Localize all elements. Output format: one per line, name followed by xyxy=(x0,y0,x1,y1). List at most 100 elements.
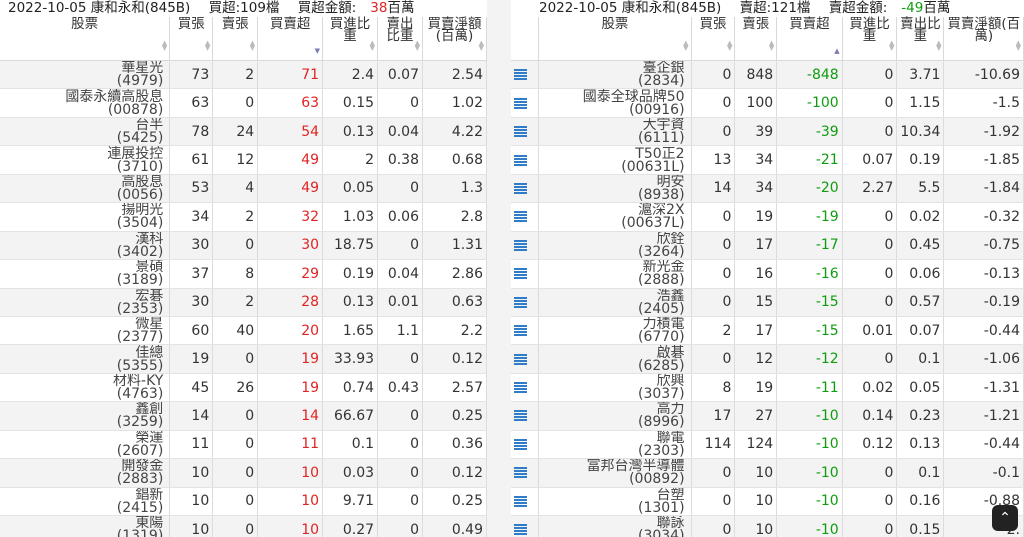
stock-cell[interactable]: 高股息 (0056) xyxy=(0,174,171,204)
table-row[interactable]: T50正2 (00631L) 13 34 -21 0.07 0.19 -1.85 xyxy=(511,145,1024,175)
stock-cell[interactable]: 明安 (8938) xyxy=(538,174,692,204)
sort-icon[interactable]: ▲ ▼ xyxy=(936,40,941,52)
table-row[interactable]: 揚明光 (3504) 34 2 32 1.03 0.06 2.8 xyxy=(0,202,487,232)
row-menu-cell[interactable] xyxy=(511,430,540,460)
row-menu-cell[interactable] xyxy=(511,487,540,517)
header-buy-ratio[interactable]: 買進比重 ▲ ▼ xyxy=(842,17,898,61)
stock-cell[interactable]: 國泰全球品牌50 (00916) xyxy=(538,88,692,118)
sort-icon[interactable]: ▲ ▼ xyxy=(479,40,484,52)
stock-cell[interactable]: 鑫創 (3259) xyxy=(0,401,171,431)
list-icon[interactable] xyxy=(514,467,527,479)
header-buy-ratio[interactable]: 買進比重 ▲ ▼ xyxy=(322,17,379,61)
row-menu-cell[interactable] xyxy=(511,316,540,346)
stock-cell[interactable]: 開發金 (2883) xyxy=(0,458,171,488)
stock-name[interactable]: T50正2 xyxy=(542,147,684,161)
header-net-lots[interactable]: 買賣超 ▲ xyxy=(776,17,843,61)
table-row[interactable]: 東陽 (1319) 10 0 10 0.27 0 0.49 xyxy=(0,515,487,537)
table-row[interactable]: 國泰永續高股息 (00878) 63 0 63 0.15 0 1.02 xyxy=(0,88,487,118)
sort-icon[interactable]: ▲ ▼ xyxy=(415,40,420,52)
table-row[interactable]: 連展投控 (3710) 61 12 49 2 0.38 0.68 xyxy=(0,145,487,175)
table-row[interactable]: 台塑 (1301) 0 10 -10 0 0.16 -0.88 xyxy=(511,487,1024,517)
row-menu-cell[interactable] xyxy=(511,259,540,289)
header-sell-lots[interactable]: 賣張 ▲ ▼ xyxy=(734,17,778,61)
table-row[interactable]: 浩鑫 (2405) 0 15 -15 0 0.57 -0.19 xyxy=(511,288,1024,317)
stock-name[interactable]: 國泰全球品牌50 xyxy=(542,90,685,104)
table-row[interactable]: 台半 (5425) 78 24 54 0.13 0.04 4.22 xyxy=(0,117,487,147)
header-stock[interactable]: 股票 ▲ ▼ xyxy=(538,17,692,61)
stock-name[interactable]: 浩鑫 xyxy=(542,289,685,303)
header-net-amount[interactable]: 買賣淨額(百萬) ▲ ▼ xyxy=(422,17,487,61)
table-row[interactable]: 聯詠(3034)010-1000.15-2. xyxy=(511,515,1024,537)
header-buy-lots[interactable]: 買張 ▲ ▼ xyxy=(691,17,736,61)
stock-cell[interactable]: 欣銓 (3264) xyxy=(538,231,692,261)
list-icon[interactable] xyxy=(514,353,527,365)
stock-cell[interactable]: 榮運 (2607) xyxy=(0,430,171,460)
table-row[interactable]: 高力 (8996) 17 27 -10 0.14 0.23 -1.21 xyxy=(511,401,1024,431)
table-row[interactable]: 力積電 (6770) 2 17 -15 0.01 0.07 -0.44 xyxy=(511,316,1024,346)
header-buy-lots[interactable]: 買張 ▲ ▼ xyxy=(169,17,214,61)
list-icon[interactable] xyxy=(514,382,527,394)
row-menu-cell[interactable] xyxy=(511,515,540,537)
row-menu-cell[interactable] xyxy=(511,117,540,147)
stock-cell[interactable]: 浩鑫 (2405) xyxy=(538,288,692,317)
row-menu-cell[interactable] xyxy=(511,88,540,118)
row-menu-cell[interactable] xyxy=(511,401,540,431)
stock-cell[interactable]: 華星光 (4979) xyxy=(0,60,171,90)
sort-icon[interactable]: ▲ ▼ xyxy=(1016,40,1021,52)
table-row[interactable]: 錩新 (2415) 10 0 10 9.71 0 0.25 xyxy=(0,487,487,517)
stock-cell[interactable]: 揚明光 (3504) xyxy=(0,202,171,232)
table-row[interactable]: 富邦台灣半導體 (00892) 0 10 -10 0 0.1 -0.1 xyxy=(511,458,1024,488)
stock-cell[interactable]: 大宇資 (6111) xyxy=(538,117,692,147)
table-row[interactable]: 滬深2X (00637L) 0 19 -19 0 0.02 -0.32 xyxy=(511,202,1024,232)
list-icon[interactable] xyxy=(514,438,527,450)
stock-cell[interactable]: 欣興 (3037) xyxy=(538,373,692,403)
sort-icon[interactable]: ▲ ▼ xyxy=(162,40,167,52)
table-row[interactable]: 微星 (2377) 60 40 20 1.65 1.1 2.2 xyxy=(0,316,487,346)
stock-cell[interactable]: 微星 (2377) xyxy=(0,316,171,346)
table-row[interactable]: 高股息 (0056) 53 4 49 0.05 0 1.3 xyxy=(0,174,487,204)
header-sell-ratio[interactable]: 賣出比重 ▲ ▼ xyxy=(896,17,945,61)
table-row[interactable]: 國泰全球品牌50 (00916) 0 100 -100 0 1.15 -1.5 xyxy=(511,88,1024,118)
stock-cell[interactable]: 景碩 (3189) xyxy=(0,259,171,289)
table-row[interactable]: 明安 (8938) 14 34 -20 2.27 5.5 -1.84 xyxy=(511,174,1024,204)
list-icon[interactable] xyxy=(514,296,527,308)
header-net-amount[interactable]: 買賣淨額(百萬) ▲ ▼ xyxy=(943,17,1024,61)
table-row[interactable]: 佳總 (5355) 19 0 19 33.93 0 0.12 xyxy=(0,344,487,374)
stock-name[interactable]: 台塑 xyxy=(542,488,685,502)
sort-active-icon[interactable]: ▲ xyxy=(834,48,839,55)
table-row[interactable]: 新光金 (2888) 0 16 -16 0 0.06 -0.13 xyxy=(511,259,1024,289)
table-row[interactable]: 欣銓 (3264) 0 17 -17 0 0.45 -0.75 xyxy=(511,231,1024,261)
stock-cell[interactable]: 國泰永續高股息 (00878) xyxy=(0,88,171,118)
header-net-lots[interactable]: 買賣超 ▼ xyxy=(257,17,324,61)
list-icon[interactable] xyxy=(514,325,527,337)
table-row[interactable]: 鑫創 (3259) 14 0 14 66.67 0 0.25 xyxy=(0,401,487,431)
table-row[interactable]: 漢科 (3402) 30 0 30 18.75 0 1.31 xyxy=(0,231,487,261)
stock-cell[interactable]: 佳總 (5355) xyxy=(0,344,171,374)
table-row[interactable]: 大宇資 (6111) 0 39 -39 0 10.34 -1.92 xyxy=(511,117,1024,147)
stock-name[interactable]: 錩新 xyxy=(3,488,163,502)
list-icon[interactable] xyxy=(514,211,527,223)
stock-cell[interactable]: 材料-KY (4763) xyxy=(0,373,171,403)
list-icon[interactable] xyxy=(514,69,527,81)
stock-cell[interactable]: 富邦台灣半導體 (00892) xyxy=(538,458,692,488)
stock-cell[interactable]: 連展投控 (3710) xyxy=(0,145,171,175)
list-icon[interactable] xyxy=(514,524,527,536)
table-row[interactable]: 景碩 (3189) 37 8 29 0.19 0.04 2.86 xyxy=(0,259,487,289)
stock-cell[interactable]: 台半 (5425) xyxy=(0,117,171,147)
stock-cell[interactable]: 漢科 (3402) xyxy=(0,231,171,261)
stock-cell[interactable]: 新光金 (2888) xyxy=(538,259,692,289)
sort-icon[interactable]: ▲ ▼ xyxy=(683,40,688,52)
row-menu-cell[interactable] xyxy=(511,202,540,232)
row-menu-cell[interactable] xyxy=(511,373,540,403)
sort-icon[interactable]: ▲ ▼ xyxy=(727,40,732,52)
stock-cell[interactable]: 力積電 (6770) xyxy=(538,316,692,346)
stock-cell[interactable]: 臺企銀 (2834) xyxy=(538,60,692,90)
row-menu-cell[interactable] xyxy=(511,344,540,374)
stock-name[interactable]: 宏碁 xyxy=(3,289,163,303)
stock-cell[interactable]: 宏碁 (2353) xyxy=(0,288,171,317)
sort-active-icon[interactable]: ▼ xyxy=(315,48,320,55)
stock-cell[interactable]: 高力 (8996) xyxy=(538,401,692,431)
row-menu-cell[interactable] xyxy=(511,174,540,204)
list-icon[interactable] xyxy=(514,239,527,251)
list-icon[interactable] xyxy=(514,268,527,280)
